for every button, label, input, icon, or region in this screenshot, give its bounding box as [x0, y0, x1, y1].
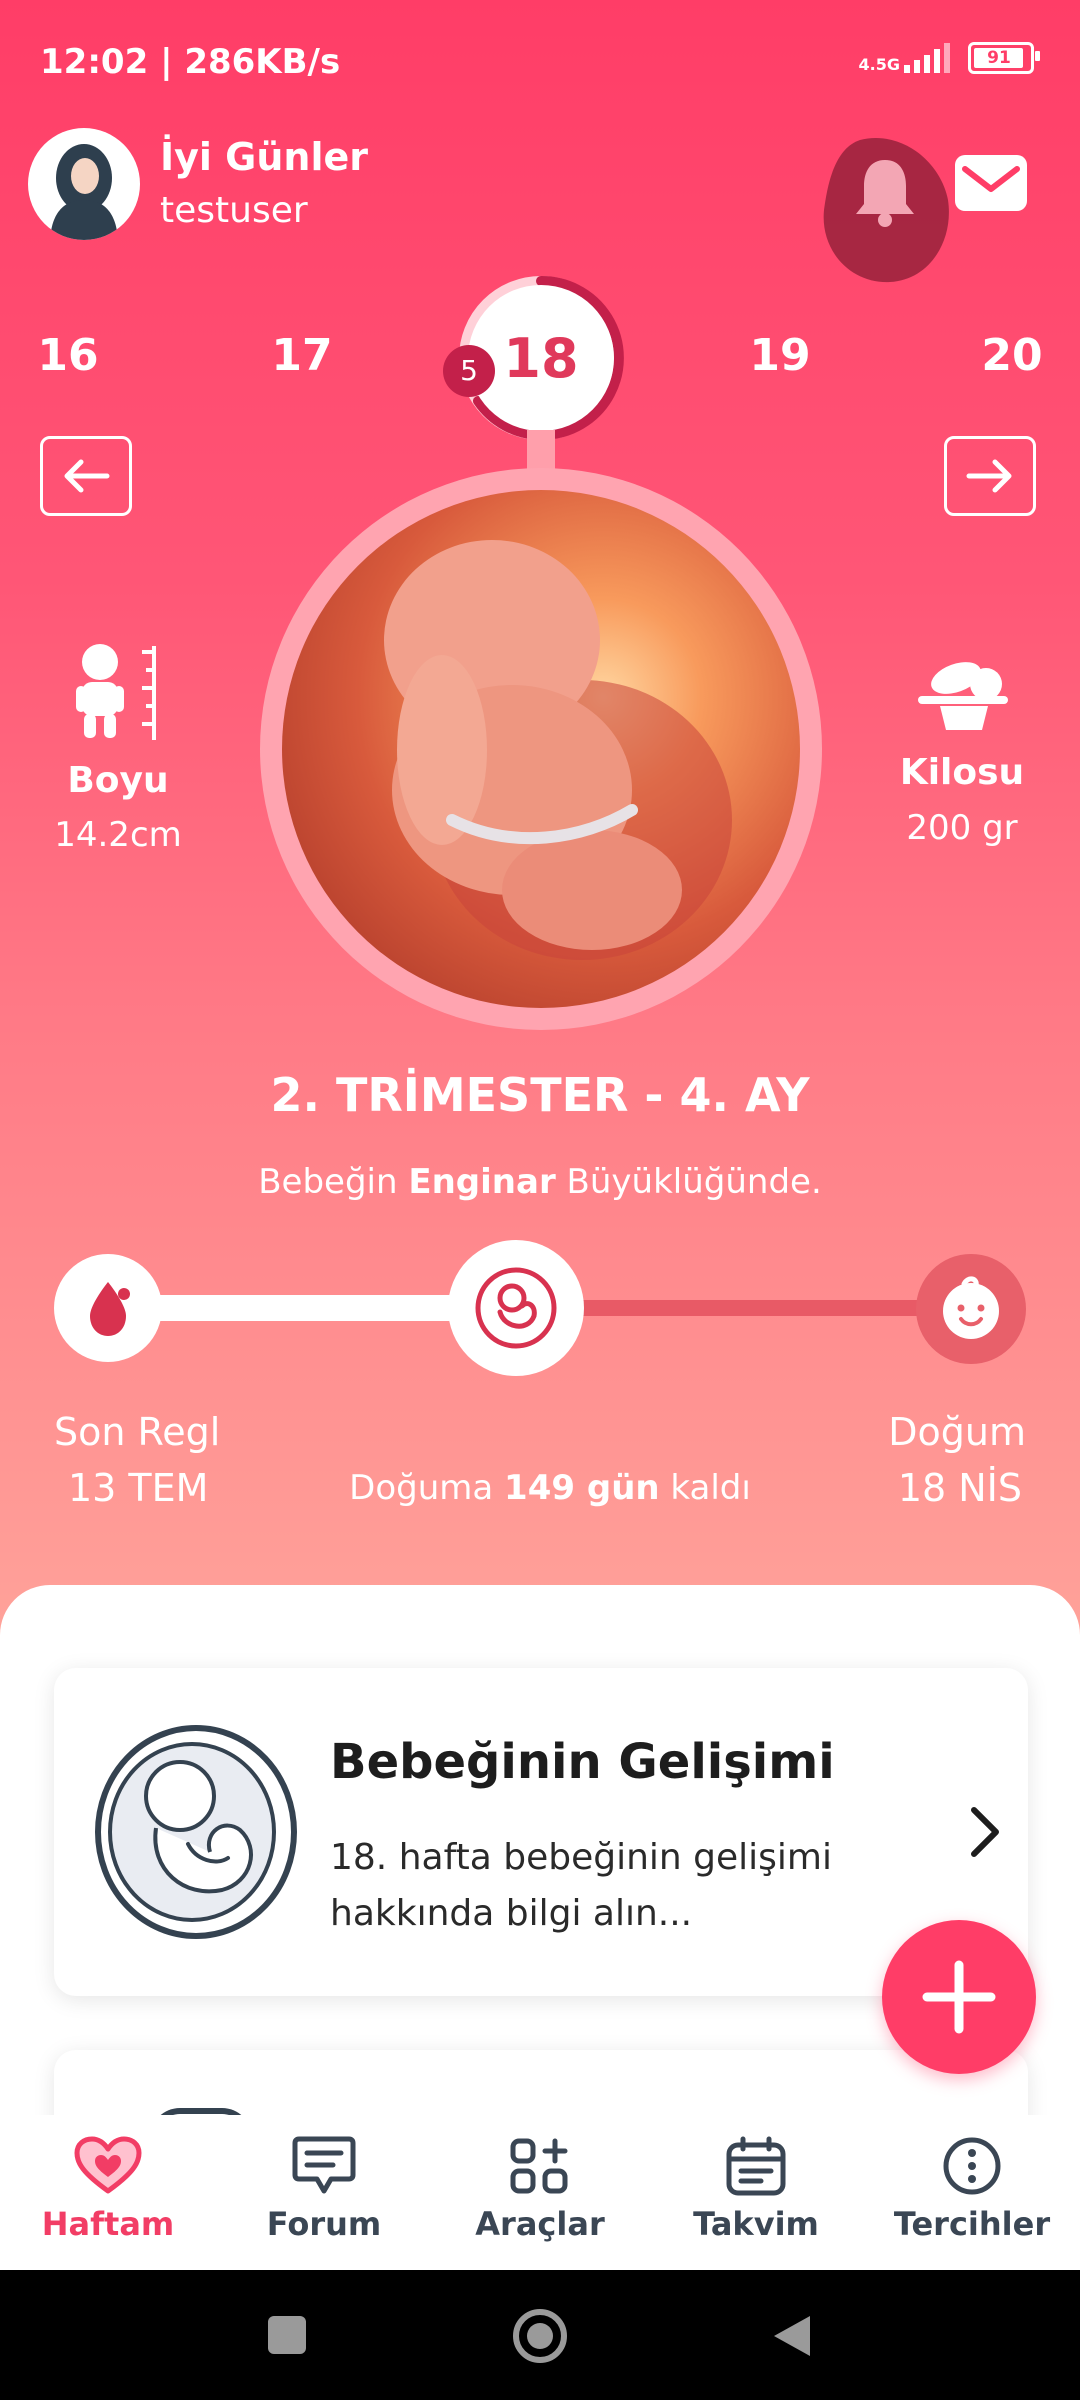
card-title: Bebeğinin Gelişimi — [330, 1734, 835, 1790]
arrow-left-icon — [64, 459, 110, 493]
bell-icon — [823, 138, 949, 283]
home-button[interactable] — [512, 2308, 568, 2364]
start-label: Son Regl — [54, 1410, 221, 1454]
more-icon — [943, 2137, 1001, 2195]
tab-haftam-label: Haftam — [41, 2205, 175, 2243]
signal-icon: 4.5G — [859, 43, 950, 73]
fetus-icon — [475, 1267, 557, 1349]
tab-tercihler-label: Tercihler — [893, 2205, 1051, 2243]
greeting-text: İyi Günler — [160, 135, 368, 179]
size-comparison: Bebeğin Enginar Büyüklüğünde. — [0, 1162, 1080, 1202]
tools-icon — [510, 2138, 568, 2194]
tab-takvim[interactable]: Takvim — [648, 2135, 864, 2243]
card-description: 18. hafta bebeğinin gelişimi hakkında bi… — [330, 1837, 832, 1934]
length-label: Boyu — [67, 760, 169, 801]
chat-icon — [292, 2136, 356, 2194]
start-date: 13 TEM — [68, 1466, 209, 1510]
mail-icon — [962, 166, 1020, 192]
chevron-right-icon — [966, 1804, 1002, 1864]
remaining-prefix: Doğuma — [349, 1468, 494, 1508]
tab-forum-label: Forum — [266, 2205, 382, 2243]
system-navigation-bar — [0, 2270, 1080, 2400]
home-circle-icon — [513, 2309, 567, 2363]
fetus-outline-icon — [92, 1720, 306, 1948]
status-icons: 4.5G 91 — [859, 42, 1040, 74]
plus-icon — [922, 1960, 996, 2034]
timeline-start-dot — [54, 1254, 162, 1362]
timeline-current-dot — [448, 1240, 584, 1376]
scale-icon — [912, 640, 1012, 738]
end-date: 18 NİS — [897, 1466, 1022, 1510]
trimester-title: 2. TRİMESTER - 4. AY — [270, 1068, 810, 1122]
baby-development-card[interactable]: Bebeğinin Gelişimi 18. hafta bebeğinin g… — [54, 1668, 1028, 1996]
days-remaining: Doğuma 149 gün kaldı — [340, 1468, 760, 1508]
timeline-remaining — [580, 1300, 970, 1316]
tab-araclar[interactable]: Araçlar — [432, 2135, 648, 2243]
bottom-tab-bar: Haftam Forum Araçlar Takvim Tercihler — [0, 2115, 1080, 2270]
blood-drop-icon — [90, 1282, 130, 1336]
recents-button[interactable] — [268, 2316, 306, 2354]
battery-icon: 91 — [968, 42, 1040, 74]
tab-takvim-label: Takvim — [693, 2205, 819, 2243]
back-button[interactable] — [770, 2312, 814, 2364]
days-badge: 5 — [443, 345, 495, 397]
tab-tercihler[interactable]: Tercihler — [864, 2135, 1080, 2243]
ruler-baby-icon — [68, 640, 168, 748]
end-label: Doğum — [888, 1410, 1026, 1454]
calendar-icon — [726, 2136, 786, 2196]
weight-label: Kilosu — [899, 752, 1025, 793]
battery-level: 91 — [987, 48, 1011, 68]
size-prefix: Bebeğin — [258, 1162, 398, 1202]
tab-araclar-label: Araçlar — [475, 2205, 605, 2243]
remaining-suffix: kaldı — [670, 1468, 751, 1508]
weight-value: 200 gr — [906, 808, 1018, 848]
week-20[interactable]: 20 — [962, 330, 1062, 381]
timeline-end-dot — [916, 1254, 1026, 1364]
tab-forum[interactable]: Forum — [216, 2135, 432, 2243]
network-type: 4.5G — [858, 55, 900, 74]
next-week-button[interactable] — [944, 436, 1036, 516]
remaining-days: 149 gün — [504, 1468, 660, 1508]
tab-haftam[interactable]: Haftam — [0, 2135, 216, 2243]
prev-week-button[interactable] — [40, 436, 132, 516]
username-text: testuser — [160, 190, 308, 231]
week-19[interactable]: 19 — [730, 330, 830, 381]
bell-button[interactable] — [820, 130, 950, 290]
baby-face-icon — [943, 1276, 999, 1339]
arrow-right-icon — [966, 459, 1012, 493]
avatar[interactable] — [28, 128, 140, 240]
add-button[interactable] — [882, 1920, 1036, 2074]
fetus-image — [282, 490, 800, 1008]
status-time: 12:02 | 286KB/s — [40, 42, 341, 82]
week-16[interactable]: 16 — [18, 330, 118, 381]
size-fruit: Enginar — [408, 1162, 556, 1202]
mail-button[interactable] — [955, 155, 1027, 211]
heart-icon — [74, 2136, 142, 2194]
week-17[interactable]: 17 — [252, 330, 352, 381]
size-suffix: Büyüklüğünde. — [566, 1162, 822, 1202]
length-value: 14.2cm — [54, 815, 182, 855]
back-triangle-icon — [774, 2316, 810, 2356]
